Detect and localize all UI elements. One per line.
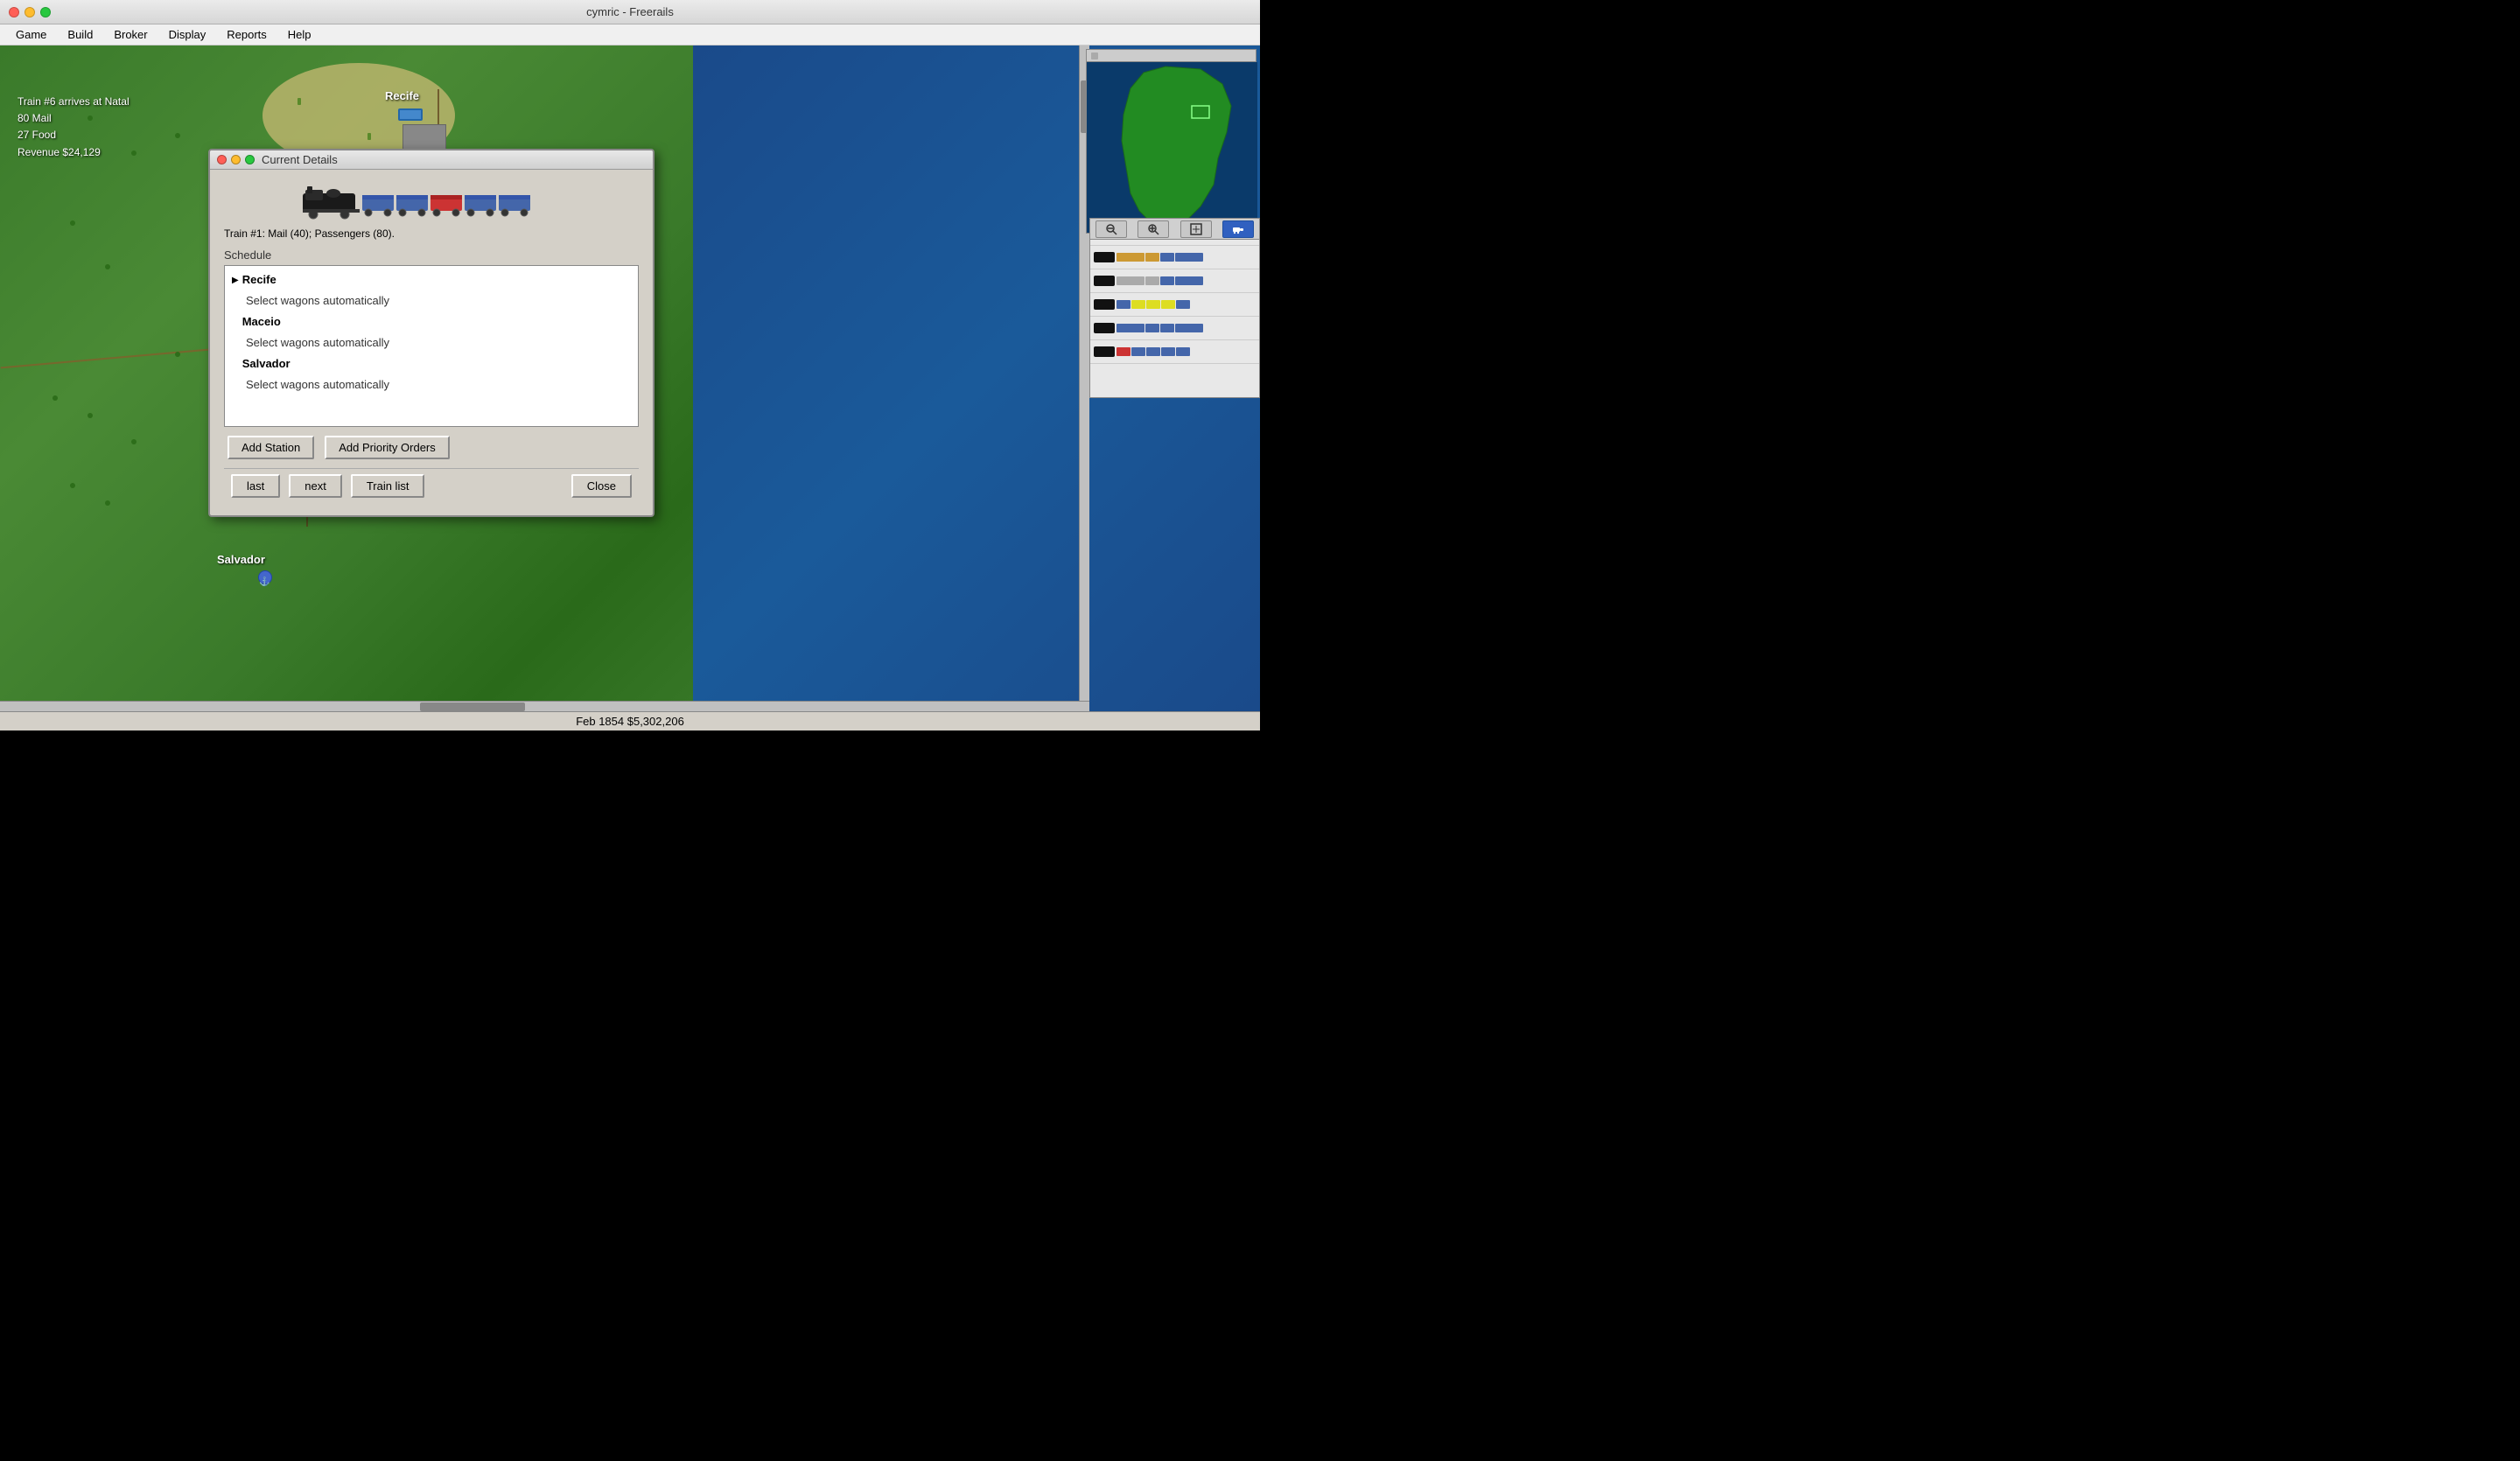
- add-priority-orders-button[interactable]: Add Priority Orders: [325, 436, 450, 459]
- dialog-minimize-button[interactable]: [231, 155, 241, 164]
- next-button[interactable]: next: [289, 474, 342, 498]
- train-view-button[interactable]: [1222, 220, 1254, 238]
- center-button[interactable]: [1180, 220, 1212, 238]
- schedule-maceio-sub: Select wagons automatically: [228, 332, 634, 353]
- notification-line2: 80 Mail: [18, 110, 130, 127]
- add-station-button[interactable]: Add Station: [228, 436, 314, 459]
- train-graphic: [224, 185, 639, 220]
- minimap-map[interactable]: [1087, 62, 1257, 233]
- close-button[interactable]: [9, 7, 19, 17]
- schedule-recife-sub: Select wagons automatically: [228, 290, 634, 311]
- schedule-label: Schedule: [224, 248, 639, 262]
- dialog-titlebar: Current Details: [210, 150, 653, 170]
- minimap: [1086, 49, 1256, 234]
- schedule-station-recife: Recife: [242, 270, 276, 290]
- schedule-salvador: ▶ Salvador: [228, 353, 634, 374]
- schedule-station-salvador: Salvador: [242, 354, 290, 374]
- notification-panel: Train #6 arrives at Natal 80 Mail 27 Foo…: [18, 94, 130, 161]
- maximize-button[interactable]: [40, 7, 51, 17]
- schedule-recife: ▶ Recife: [228, 269, 634, 290]
- notification-line3: 27 Food: [18, 127, 130, 143]
- dialog-title: Current Details: [262, 153, 338, 166]
- train-list-item[interactable]: [1090, 317, 1259, 340]
- dialog-nav-buttons: last next Train list Close: [224, 468, 639, 503]
- last-button[interactable]: last: [231, 474, 280, 498]
- menubar: Game Build Broker Display Reports Help: [0, 24, 1260, 45]
- dialog-window-controls: [217, 155, 255, 164]
- notification-line1: Train #6 arrives at Natal: [18, 94, 130, 110]
- titlebar: cymric - Freerails: [0, 0, 1260, 24]
- train-image: [303, 186, 561, 220]
- scrollbar-thumb[interactable]: [420, 703, 525, 711]
- train-list-item[interactable]: [1090, 293, 1259, 317]
- statusbar: Feb 1854 $5,302,206: [0, 711, 1260, 730]
- minimize-button[interactable]: [24, 7, 35, 17]
- train-list-item[interactable]: [1090, 340, 1259, 364]
- schedule-station-maceio: Maceio: [242, 312, 281, 332]
- minimap-header: [1087, 50, 1256, 62]
- menu-help[interactable]: Help: [279, 26, 320, 43]
- train-info-text: Train #1: Mail (40); Passengers (80).: [224, 227, 639, 240]
- statusbar-text: Feb 1854 $5,302,206: [576, 715, 684, 728]
- menu-build[interactable]: Build: [59, 26, 102, 43]
- minimap-toolbar: [1089, 218, 1260, 240]
- close-dialog-button[interactable]: Close: [571, 474, 632, 498]
- window-controls: [9, 7, 51, 17]
- schedule-arrow-icon: ▶: [232, 273, 239, 288]
- trainlist-scroll[interactable]: [1090, 222, 1259, 397]
- city-salvador: Salvador: [217, 553, 265, 566]
- schedule-list[interactable]: ▶ Recife Select wagons automatically ▶ M…: [224, 265, 639, 427]
- schedule-salvador-sub: Select wagons automatically: [228, 374, 634, 395]
- train-list-item[interactable]: [1090, 269, 1259, 293]
- train-list-item[interactable]: [1090, 246, 1259, 269]
- city-recife: Recife: [385, 89, 419, 102]
- game-area: Recife Salvador ⚓ Train #6 arrives at Na…: [0, 45, 1260, 711]
- train-details-dialog[interactable]: Current Details: [208, 149, 654, 517]
- menu-display[interactable]: Display: [160, 26, 215, 43]
- train-list-button[interactable]: Train list: [351, 474, 425, 498]
- minimap-continent-svg: [1087, 62, 1257, 233]
- dialog-close-button[interactable]: [217, 155, 227, 164]
- schedule-section: Schedule ▶ Recife Select wagons automati…: [224, 248, 639, 459]
- menu-broker[interactable]: Broker: [105, 26, 156, 43]
- dialog-action-buttons: Add Station Add Priority Orders: [224, 436, 639, 459]
- trainlist-panel: [1089, 222, 1260, 398]
- zoom-in-button[interactable]: [1138, 220, 1169, 238]
- schedule-maceio: ▶ Maceio: [228, 311, 634, 332]
- horizontal-scrollbar[interactable]: [0, 701, 1089, 711]
- dialog-maximize-button[interactable]: [245, 155, 255, 164]
- window-title: cymric - Freerails: [586, 5, 674, 18]
- dialog-body: Train #1: Mail (40); Passengers (80). Sc…: [210, 170, 653, 515]
- notification-line4: Revenue $24,129: [18, 144, 130, 161]
- menu-reports[interactable]: Reports: [218, 26, 276, 43]
- menu-game[interactable]: Game: [7, 26, 55, 43]
- zoom-out-button[interactable]: [1096, 220, 1127, 238]
